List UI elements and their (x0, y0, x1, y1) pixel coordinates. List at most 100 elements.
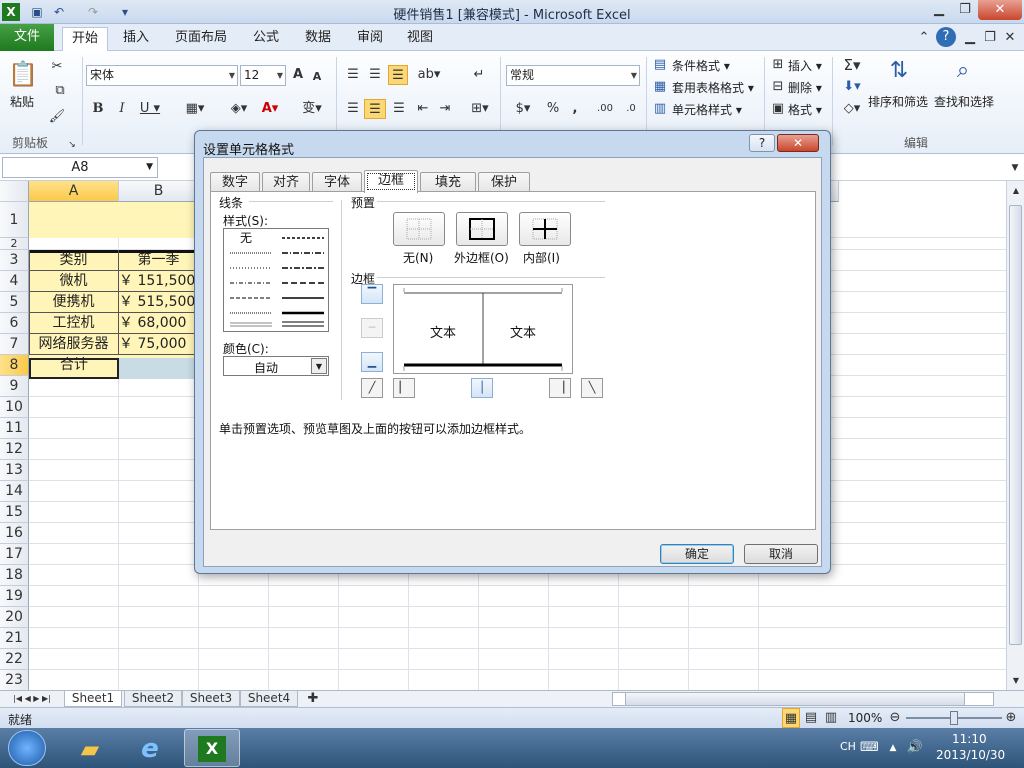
dropdown-icon[interactable]: ▼ (631, 66, 637, 85)
amount-cell[interactable]: ￥ 151,500 (119, 271, 199, 292)
font-color-icon[interactable]: A▾ (256, 99, 284, 119)
sheet-tab[interactable]: Sheet1 (64, 691, 122, 707)
clock-time[interactable]: 11:10 (952, 732, 987, 746)
find-select-button[interactable]: 查找和选择 (934, 93, 994, 110)
decrease-decimal-icon[interactable]: .0 (620, 99, 642, 119)
dialog-tab[interactable]: 填充 (420, 172, 476, 192)
normal-view-icon[interactable]: ▦ (782, 708, 800, 728)
paste-label[interactable]: 粘贴 (10, 93, 34, 110)
vertical-scrollbar[interactable]: ▲ ▼ (1006, 181, 1024, 690)
border-preview[interactable]: 文本 文本 (393, 284, 573, 374)
dialog-tab[interactable]: 数字 (210, 172, 260, 192)
increase-decimal-icon[interactable]: .00 (594, 99, 616, 119)
format-painter-icon[interactable]: 🖌 (48, 107, 66, 127)
currency-icon[interactable]: $▾ (508, 99, 538, 119)
dropdown-icon[interactable]: ▼ (277, 66, 283, 85)
border-diagonal-down-button[interactable]: ╲ (581, 378, 603, 398)
cut-icon[interactable]: ✂ (48, 57, 66, 77)
fill-color-icon[interactable]: ◈▾ (224, 99, 254, 119)
cancel-button[interactable]: 取消 (744, 544, 818, 564)
line-style-samples[interactable] (224, 229, 328, 331)
align-bottom-icon[interactable]: ☰ (388, 65, 408, 85)
quarter1-header-cell[interactable]: 第一季 (119, 250, 199, 271)
insert-cells-icon[interactable]: ⊞ (770, 55, 786, 75)
sheet-nav-icons[interactable]: |◀ ◀ ▶ ▶| (2, 689, 62, 709)
percent-icon[interactable]: % (544, 99, 562, 119)
border-top-button[interactable]: ▔ (361, 284, 383, 304)
dialog-tab[interactable]: 对齐 (262, 172, 310, 192)
font-size-combo[interactable]: 12 ▼ (240, 65, 286, 86)
column-header[interactable]: B (119, 181, 199, 202)
dropdown-icon[interactable]: ▼ (146, 158, 153, 177)
dialog-help-button[interactable]: ? (749, 134, 775, 152)
border-left-button[interactable]: ▏ (393, 378, 415, 398)
zoom-slider-thumb[interactable] (950, 711, 958, 725)
align-right-icon[interactable]: ☰ (390, 99, 408, 119)
align-top-icon[interactable]: ☰ (344, 65, 362, 85)
row-header[interactable]: 18 (0, 565, 29, 586)
insert-cells-button[interactable]: 插入 ▾ (788, 57, 822, 74)
row-header[interactable]: 10 (0, 397, 29, 418)
border-bottom-button[interactable]: ▁ (361, 352, 383, 372)
tray-expand-icon[interactable]: ▲ (886, 738, 900, 758)
comma-icon[interactable]: , (568, 99, 582, 119)
scroll-down-icon[interactable]: ▼ (1009, 671, 1023, 691)
start-button[interactable] (8, 730, 46, 766)
category-cell[interactable]: 微机 (29, 271, 119, 292)
category-cell[interactable]: 网络服务器 (29, 334, 119, 355)
horizontal-scrollbar[interactable] (612, 692, 994, 706)
wrap-text-icon[interactable]: ↵ (468, 65, 490, 85)
ok-button[interactable]: 确定 (660, 544, 734, 564)
category-header-cell[interactable]: 类别 (29, 250, 119, 271)
conditional-format-button[interactable]: 条件格式 ▾ (672, 57, 730, 74)
minimize-button[interactable]: ▁ (926, 0, 952, 20)
row-header[interactable]: 19 (0, 586, 29, 607)
amount-cell[interactable]: ￥ 75,000 (119, 334, 199, 355)
sort-filter-button[interactable]: 排序和筛选 (868, 93, 928, 110)
border-inside-vertical-button[interactable]: │ (471, 378, 493, 398)
tab-formulas[interactable]: 公式 (244, 27, 288, 51)
row-header[interactable]: 3 (0, 250, 29, 271)
row-header[interactable]: 14 (0, 481, 29, 502)
page-break-view-icon[interactable]: ▥ (822, 708, 840, 728)
dialog-tab[interactable]: 边框 (364, 170, 418, 193)
preset-inside-button[interactable] (519, 212, 571, 246)
row-header[interactable]: 6 (0, 313, 29, 334)
dropdown-arrow-icon[interactable]: ▼ (311, 358, 327, 374)
preset-outline-label[interactable]: 外边框(O) (454, 249, 509, 266)
scroll-thumb[interactable] (1009, 205, 1022, 645)
delete-cells-icon[interactable]: ⊟ (770, 77, 786, 97)
help-icon[interactable]: ? (936, 27, 956, 47)
cell-style-icon[interactable]: ▥ (652, 99, 668, 119)
find-select-icon[interactable]: ⌕ (946, 55, 980, 87)
row-header[interactable]: 12 (0, 439, 29, 460)
border-inside-horizontal-button[interactable]: ─ (361, 318, 383, 338)
phonetic-icon[interactable]: 变▾ (296, 99, 328, 119)
tab-data[interactable]: 数据 (296, 27, 340, 51)
italic-icon[interactable]: I (114, 99, 130, 119)
sheet-tab[interactable]: Sheet4 (240, 691, 298, 707)
zoom-in-icon[interactable]: ⊕ (1004, 708, 1018, 728)
zoom-out-icon[interactable]: ⊖ (888, 708, 902, 728)
h-scroll-thumb[interactable] (625, 693, 965, 705)
row-header[interactable]: 7 (0, 334, 29, 355)
row-header[interactable]: 20 (0, 607, 29, 628)
clipboard-launcher-icon[interactable]: ↘ (66, 135, 78, 155)
clear-icon[interactable]: ◇▾ (840, 99, 864, 119)
tab-home[interactable]: 开始 (62, 27, 108, 52)
row-header[interactable]: 15 (0, 502, 29, 523)
align-left-icon[interactable]: ☰ (344, 99, 362, 119)
name-box[interactable]: A8 ▼ (2, 157, 158, 178)
select-all-corner[interactable] (0, 181, 29, 202)
amount-cell[interactable]: ￥ 68,000 (119, 313, 199, 334)
dropdown-icon[interactable]: ▼ (229, 66, 235, 85)
internet-explorer-icon[interactable]: e (130, 734, 170, 764)
clock-date[interactable]: 2013/10/30 (936, 748, 1005, 762)
table-style-button[interactable]: 套用表格格式 ▾ (672, 79, 754, 96)
table-style-icon[interactable]: ▦ (652, 77, 668, 97)
doc-minimize-icon[interactable]: ▁ (962, 28, 978, 48)
row-header[interactable]: 17 (0, 544, 29, 565)
sheet-tab[interactable]: Sheet2 (124, 691, 182, 707)
sheet-tab[interactable]: Sheet3 (182, 691, 240, 707)
line-style-list[interactable]: 无 (223, 228, 329, 332)
